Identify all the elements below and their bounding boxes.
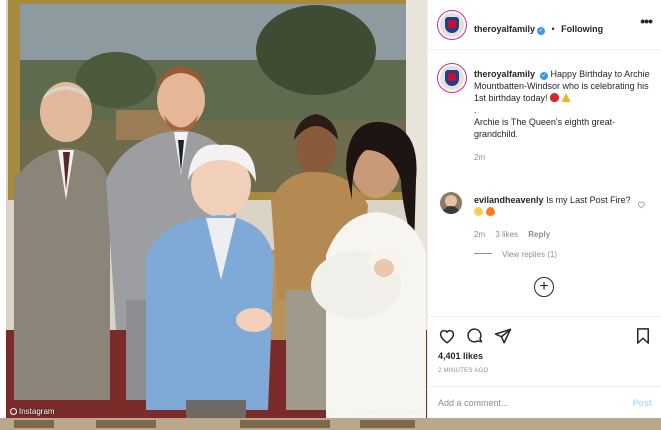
save-button[interactable] xyxy=(634,327,652,345)
post-actions: 4,401 likes 2 MINUTES AGO Post xyxy=(428,316,661,418)
comment-input[interactable] xyxy=(438,396,618,410)
header-account-line: theroyalfamily ✓ • Following xyxy=(474,19,603,37)
caption-line-2: . xyxy=(474,105,477,115)
load-more-comments-button[interactable]: + xyxy=(534,277,554,297)
comment-meta: 2m 3 likes Reply xyxy=(474,230,558,239)
view-replies-label: View replies (1) xyxy=(502,250,557,259)
caption-text: theroyalfamily ✓ Happy Birthday to Archie… xyxy=(474,68,654,164)
caption-time: 2m xyxy=(474,153,486,162)
crying-emoji-icon xyxy=(474,207,483,216)
header-separator: • xyxy=(551,24,555,34)
likes-count[interactable]: 4,401 likes xyxy=(438,351,483,361)
add-comment-bar: Post xyxy=(428,386,661,419)
strip-segment xyxy=(96,420,156,428)
more-options-icon[interactable]: ••• xyxy=(640,14,653,28)
photo-credit: Photograph by Chris Allerton xyxy=(357,410,421,416)
instagram-watermark: Instagram xyxy=(10,407,55,416)
comment-button[interactable] xyxy=(466,327,484,345)
balloon-emoji-icon xyxy=(550,93,560,102)
fire-emoji-icon xyxy=(485,207,495,216)
view-replies-button[interactable]: View replies (1) xyxy=(474,250,557,259)
bookmark-icon xyxy=(637,328,649,344)
watermark-text: Instagram xyxy=(19,407,55,416)
comment-likes[interactable]: 3 likes xyxy=(495,230,518,239)
replies-line xyxy=(474,253,492,254)
strip-segment xyxy=(240,420,330,428)
like-button[interactable] xyxy=(438,327,456,345)
account-avatar[interactable] xyxy=(438,11,466,39)
party-hat-emoji-icon xyxy=(561,93,571,102)
post-comment-button[interactable]: Post xyxy=(632,398,652,408)
like-comment-heart-icon[interactable] xyxy=(637,200,646,209)
next-image-strip xyxy=(0,418,661,430)
share-button[interactable] xyxy=(494,327,512,345)
caption-username[interactable]: theroyalfamily xyxy=(474,69,535,79)
verified-badge-icon: ✓ xyxy=(540,72,549,80)
verified-badge-icon: ✓ xyxy=(537,27,546,35)
caption-avatar[interactable] xyxy=(438,64,466,92)
heart-icon xyxy=(439,329,455,344)
comment-body: Is my Last Post Fire? xyxy=(546,195,631,205)
strip-segment xyxy=(14,420,54,428)
comment-time: 2m xyxy=(474,230,486,239)
photo-illustration xyxy=(6,0,427,418)
header-username[interactable]: theroyalfamily xyxy=(474,24,535,34)
post-side-panel: theroyalfamily ✓ • Following ••• theroyal… xyxy=(427,0,661,418)
reply-button[interactable]: Reply xyxy=(528,230,550,239)
post-header: theroyalfamily ✓ • Following ••• xyxy=(428,0,661,50)
commenter-avatar[interactable] xyxy=(440,192,462,214)
instagram-post: Instagram Photograph by Chris Allerton t… xyxy=(0,0,661,430)
post-photo[interactable]: Instagram Photograph by Chris Allerton xyxy=(6,0,427,418)
comment-bubble-icon xyxy=(467,328,483,343)
following-button[interactable]: Following xyxy=(561,24,603,34)
avatar-shoulders xyxy=(442,206,460,214)
royal-crest-icon xyxy=(445,17,459,33)
royal-crest-icon xyxy=(445,70,459,86)
strip-segment xyxy=(360,420,415,428)
paper-plane-icon xyxy=(494,328,512,344)
comment-username[interactable]: evilandheavenly xyxy=(474,195,544,205)
caption-line-3: Archie is The Queen's eighth great-grand… xyxy=(474,117,616,139)
instagram-icon xyxy=(10,408,17,415)
post-time: 2 MINUTES AGO xyxy=(438,368,489,374)
comment-text: evilandheavenly Is my Last Post Fire? xyxy=(474,194,639,218)
